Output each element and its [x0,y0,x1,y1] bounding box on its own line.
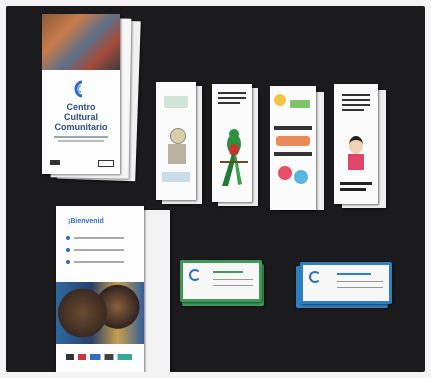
brochure-front: Centro Cultural Comunitario [42,14,120,174]
bookmark-illustration [290,100,310,108]
girl-head-icon [349,136,363,154]
card-text-line [337,273,371,275]
card-stack-blue [294,256,394,320]
character-body-icon [168,144,186,164]
bookmark-text-line [342,99,370,101]
bookmark-text-line [218,92,246,94]
card-stack-green [178,256,268,316]
bookmark-text-line [218,102,240,104]
character-head-icon [170,128,186,144]
brochure-text-line [74,261,124,263]
brochure-text-line [74,249,124,251]
brochure-title: Centro Cultural Comunitario [54,102,108,132]
card-front [180,260,262,302]
sun-icon [274,94,286,106]
girl-dress-icon [348,154,364,170]
bookmark-illustration [278,166,292,180]
brochure-stack-community-center: Centro Cultural Comunitario [42,14,142,189]
bookmark-illustration [164,96,188,108]
bookmark-stack-reader [156,82,206,212]
brochure-group-photo [56,282,144,344]
bullet-icon [66,248,70,252]
center-logo-icon [189,269,201,281]
bookmark-illustration [276,136,310,146]
bookmark-text-line [340,182,372,185]
photo-scene: Centro Cultural Comunitario ¡Bienvenid [0,0,431,378]
card-front [300,262,392,304]
bookmark-front [334,84,378,204]
bookmark-text-line [218,97,246,99]
bullet-icon [66,260,70,264]
bookmark-front [156,82,196,200]
bookmark-text-line [274,126,312,130]
bookmark-text-line [342,104,370,106]
bookmark-text-line [274,152,312,156]
book-icon [162,172,190,182]
center-logo-icon [309,271,321,283]
brochure-heading: ¡Bienvenid [68,218,104,225]
brochure-cover-photo [42,14,120,70]
center-logo-icon [74,80,83,98]
card-text-line [213,279,253,280]
brochure-text-line [74,237,124,239]
card-text-line [213,285,253,286]
bookmark-text-line [342,94,370,96]
brochure-text-line [54,136,108,138]
bookmark-stack-girl [334,84,390,219]
card-text-line [337,281,383,282]
brochure-footer-logo [50,160,60,165]
sponsor-logos [66,354,132,360]
brochure-stack-welcome: ¡Bienvenid [56,206,176,372]
bullet-icon [66,236,70,240]
bookmark-stack-colorful [270,86,326,221]
bookmark-illustration [294,170,308,184]
bookmark-stack-quetzal [212,84,264,214]
bookmark-text-line [340,188,366,191]
table-surface: Centro Cultural Comunitario ¡Bienvenid [6,6,425,372]
bookmark-text-line [342,109,364,111]
bookmark-front [270,86,316,210]
card-text-line [337,287,383,288]
bookmark-front [212,84,252,202]
brochure-front: ¡Bienvenid [56,206,144,372]
card-text-line [213,271,243,273]
brochure-footer-box [98,160,114,167]
brochure-text-line [58,140,104,142]
quetzal-bird-icon [220,129,248,186]
